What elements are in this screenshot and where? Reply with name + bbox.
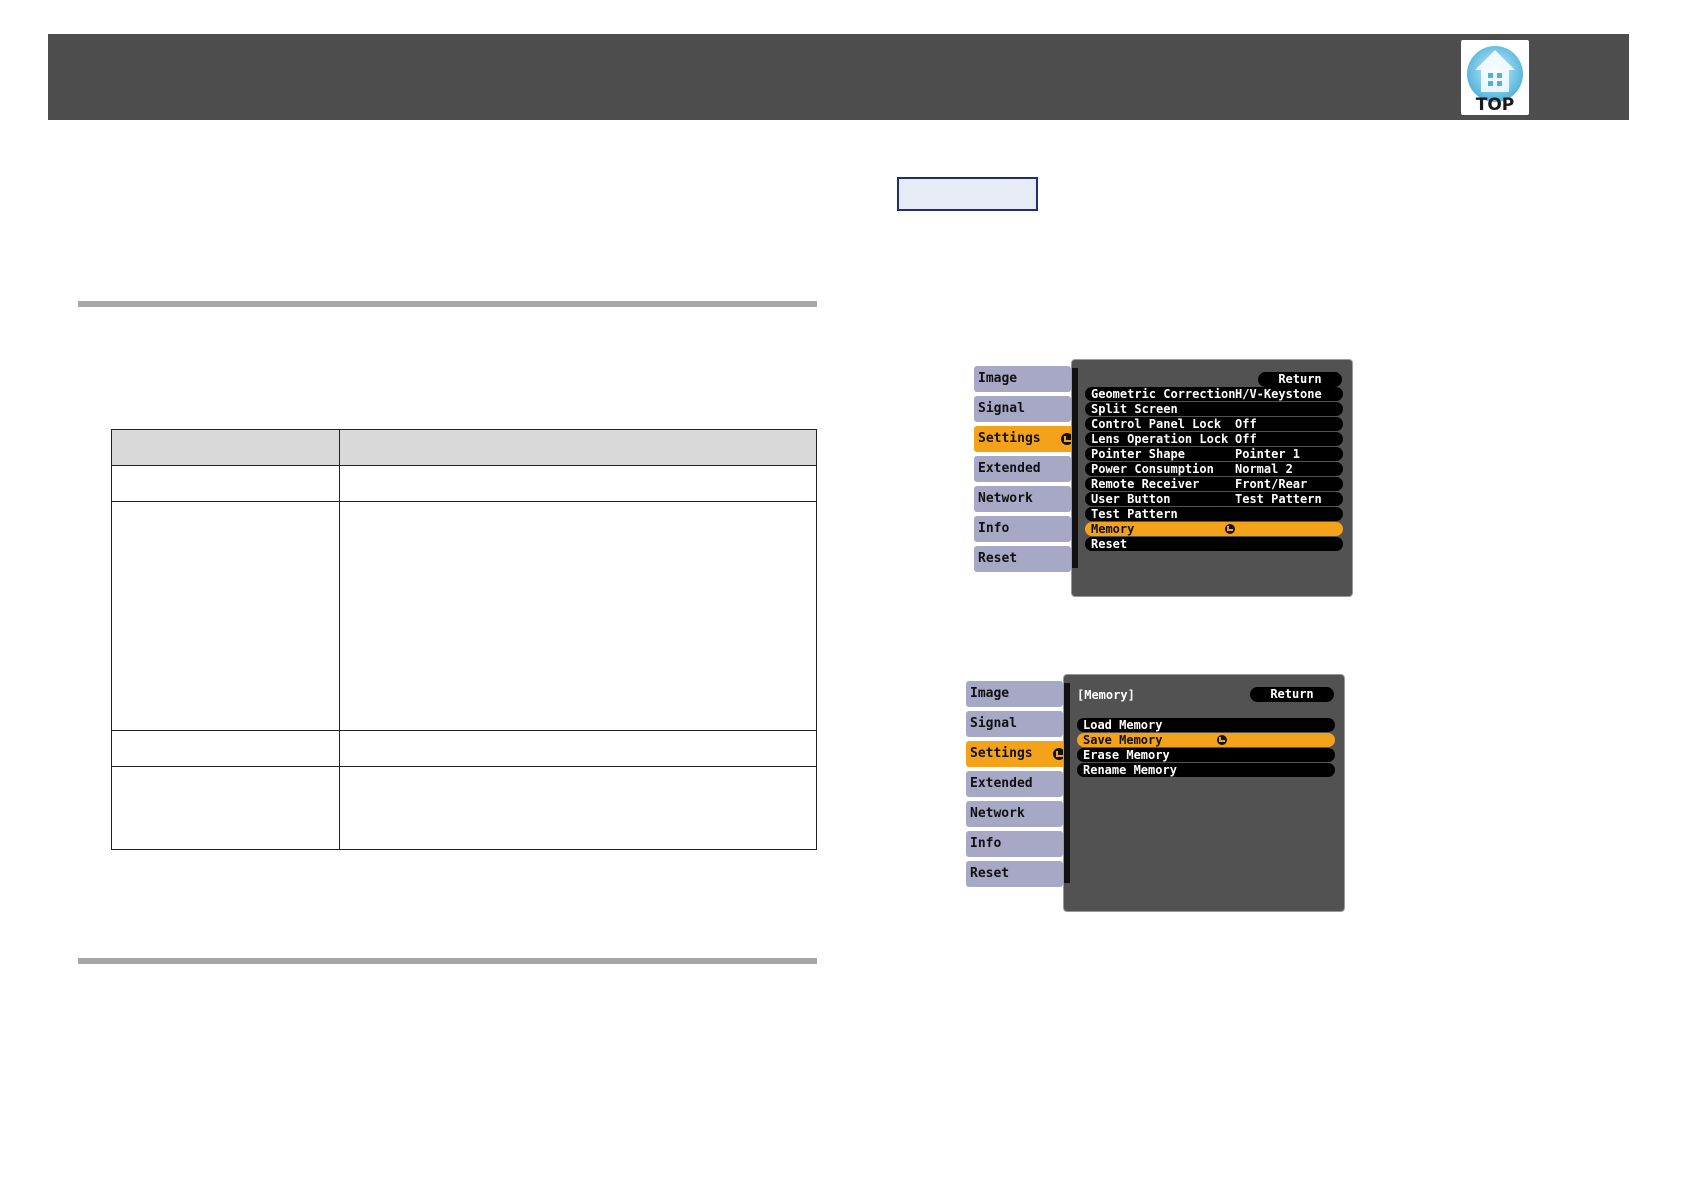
section-rule [78, 301, 817, 307]
top-button[interactable]: TOP [1461, 40, 1529, 115]
section-rule [78, 958, 817, 964]
enter-icon [1217, 735, 1227, 745]
menu-row-test-pattern[interactable]: Test Pattern [1085, 507, 1343, 521]
tab-network[interactable]: Network [974, 486, 1071, 512]
top-button-label: TOP [1475, 95, 1515, 115]
table-cell [111, 766, 340, 850]
menu-row-rename-memory[interactable]: Rename Memory [1077, 763, 1335, 777]
menu-row-lens-operation-lock[interactable]: Lens Operation Lock Off [1085, 432, 1343, 446]
table-cell [111, 429, 340, 466]
menu-row-power-consumption[interactable]: Power Consumption Normal 2 [1085, 462, 1343, 476]
return-button[interactable]: Return [1258, 372, 1342, 387]
menu-row-split-screen[interactable]: Split Screen [1085, 402, 1343, 416]
header-band [48, 34, 1629, 120]
menu-row-geometric-correction[interactable]: Geometric Correction H/V-Keystone [1085, 387, 1343, 401]
menu-row-reset[interactable]: Reset [1085, 537, 1343, 551]
settings-table [111, 429, 817, 850]
table-cell [339, 465, 817, 502]
tab-signal[interactable]: Signal [966, 711, 1063, 737]
table-cell [111, 465, 340, 502]
enter-icon [1225, 524, 1235, 534]
menu-panel: [Memory] Return Load Memory Save Memory … [1063, 674, 1345, 912]
return-button[interactable]: Return [1250, 687, 1334, 702]
menu-row-load-memory[interactable]: Load Memory [1077, 718, 1335, 732]
table-row [111, 465, 817, 502]
tab-network[interactable]: Network [966, 801, 1063, 827]
table-row [111, 766, 817, 850]
menu-row-pointer-shape[interactable]: Pointer Shape Pointer 1 [1085, 447, 1343, 461]
menu-row-control-panel-lock[interactable]: Control Panel Lock Off [1085, 417, 1343, 431]
tab-reset[interactable]: Reset [974, 546, 1071, 572]
table-row [111, 730, 817, 767]
tab-signal[interactable]: Signal [974, 396, 1071, 422]
tab-extended[interactable]: Extended [974, 456, 1071, 482]
tab-settings[interactable]: Settings [974, 426, 1078, 452]
table-cell [339, 730, 817, 767]
tab-extended[interactable]: Extended [966, 771, 1063, 797]
table-cell [339, 429, 817, 466]
menu-title: [Memory] [1077, 688, 1135, 702]
table-cell [111, 501, 340, 731]
tab-info[interactable]: Info [974, 516, 1071, 542]
procedure-tag [897, 177, 1038, 211]
menu-panel: Return Geometric Correction H/V-Keystone … [1071, 359, 1353, 597]
table-cell [339, 766, 817, 850]
tab-reset[interactable]: Reset [966, 861, 1063, 887]
tab-image[interactable]: Image [974, 366, 1071, 392]
tab-settings[interactable]: Settings [966, 741, 1070, 767]
menu-row-save-memory[interactable]: Save Memory [1077, 733, 1335, 747]
menu-row-erase-memory[interactable]: Erase Memory [1077, 748, 1335, 762]
tab-info[interactable]: Info [966, 831, 1063, 857]
table-cell [111, 730, 340, 767]
menu-row-user-button[interactable]: User Button Test Pattern [1085, 492, 1343, 506]
table-cell [339, 501, 817, 731]
memory-menu-screenshot: Image Signal Settings Extended Network I… [963, 674, 1347, 912]
tab-image[interactable]: Image [966, 681, 1063, 707]
menu-row-remote-receiver[interactable]: Remote Receiver Front/Rear [1085, 477, 1343, 491]
settings-menu-screenshot: Image Signal Settings Extended Network I… [971, 359, 1355, 597]
menu-row-memory[interactable]: Memory [1085, 522, 1343, 536]
table-header-row [111, 429, 817, 466]
table-row [111, 501, 817, 731]
